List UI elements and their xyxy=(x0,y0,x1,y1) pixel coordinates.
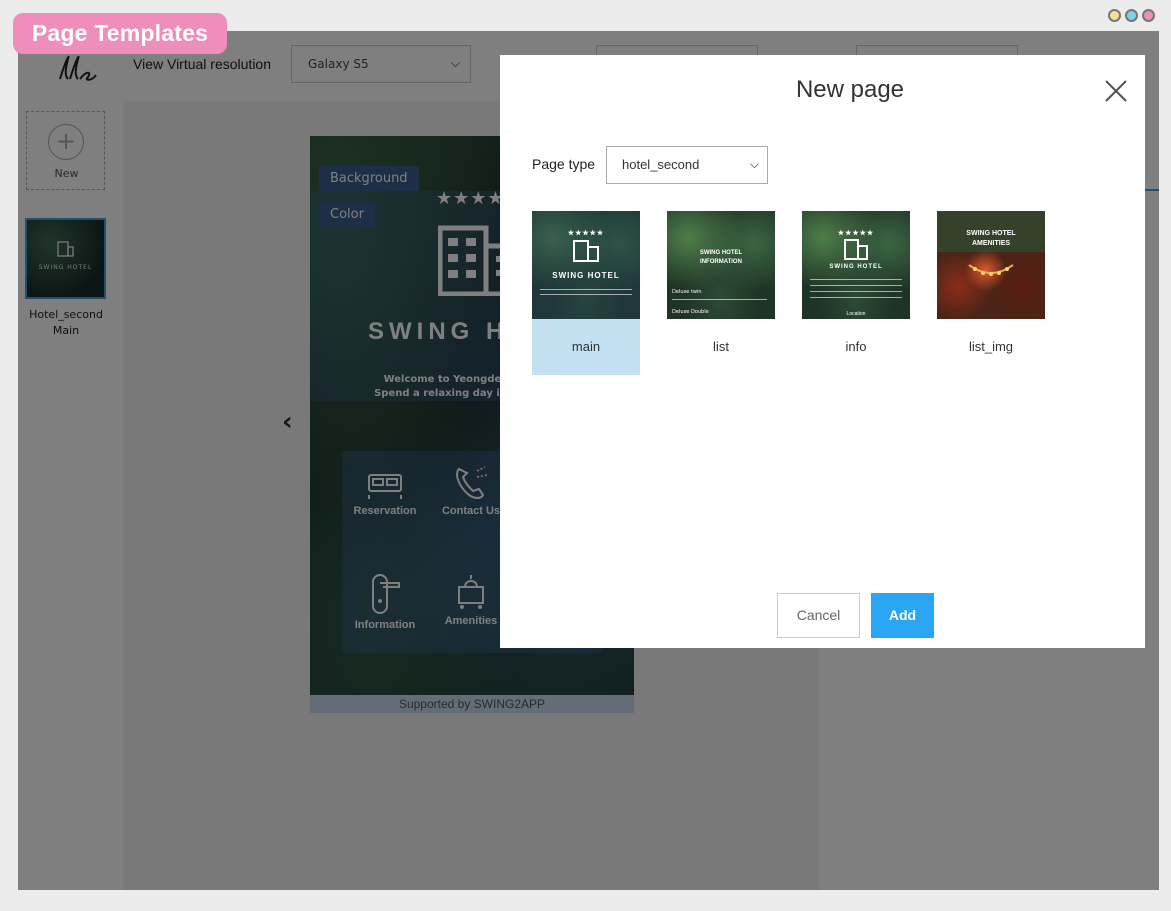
chevron-down-icon: ⌵ xyxy=(749,157,759,171)
template-list-img[interactable]: SWING HOTEL AMENITIES list_img xyxy=(937,211,1045,375)
template-main-line xyxy=(540,294,632,295)
template-list-row2: Deluxe Double xyxy=(672,309,709,315)
template-main-caption: SWING HOTEL xyxy=(552,271,620,280)
page-type-select[interactable]: hotel_second ⌵ xyxy=(606,146,768,184)
add-button[interactable]: Add xyxy=(871,593,934,638)
template-main-line xyxy=(540,289,632,290)
page-type-label: Page type xyxy=(532,156,596,172)
template-info-text-line xyxy=(810,285,902,286)
dialog-title: New page xyxy=(795,76,905,103)
template-main-overlay xyxy=(532,211,640,319)
template-main[interactable]: ★★★★★ SWING HOTEL main xyxy=(532,211,640,375)
template-info-stars: ★★★★★ xyxy=(837,230,875,237)
page-type-value: hotel_second xyxy=(622,157,700,172)
template-info-text-line xyxy=(810,297,902,298)
template-list-caption: SWING HOTEL INFORMATION xyxy=(699,250,743,265)
building-icon xyxy=(573,240,599,262)
window-dot-pink[interactable] xyxy=(1142,9,1155,22)
building-icon xyxy=(844,239,868,260)
page-templates-badge: Page Templates xyxy=(13,13,227,54)
template-list-img-caption: SWING HOTEL AMENITIES xyxy=(966,230,1016,247)
template-main-label: main xyxy=(571,339,601,354)
template-info-preview: ★★★★★ SWING HOTEL Location xyxy=(802,211,910,319)
new-page-dialog: New page Page type hotel_second ⌵ ★★★★★ … xyxy=(500,55,1145,648)
template-list-img-preview: SWING HOTEL AMENITIES xyxy=(937,211,1045,319)
template-main-stars: ★★★★★ xyxy=(567,230,605,237)
cancel-button[interactable]: Cancel xyxy=(777,593,860,638)
template-list-label: list xyxy=(713,339,729,354)
template-main-preview: ★★★★★ SWING HOTEL xyxy=(532,211,640,319)
window-controls xyxy=(1108,9,1155,22)
template-list-divider xyxy=(672,299,767,300)
template-info-text-line xyxy=(810,291,902,292)
window-dot-yellow[interactable] xyxy=(1108,9,1121,22)
window-dot-blue[interactable] xyxy=(1125,9,1138,22)
template-info-text-line xyxy=(810,279,902,280)
template-list-img-label: list_img xyxy=(968,339,1014,354)
close-icon[interactable] xyxy=(1104,79,1128,103)
template-list-row1: Deluxe twin xyxy=(672,289,702,295)
template-info-label: info xyxy=(845,339,867,354)
template-list-preview: SWING HOTEL INFORMATION Deluxe twin Delu… xyxy=(667,211,775,319)
chandelier-icon xyxy=(968,264,1014,276)
template-info[interactable]: ★★★★★ SWING HOTEL Location info xyxy=(802,211,910,375)
template-info-footer: Location xyxy=(846,311,866,317)
template-list[interactable]: SWING HOTEL INFORMATION Deluxe twin Delu… xyxy=(667,211,775,375)
template-info-caption: SWING HOTEL xyxy=(829,264,883,270)
